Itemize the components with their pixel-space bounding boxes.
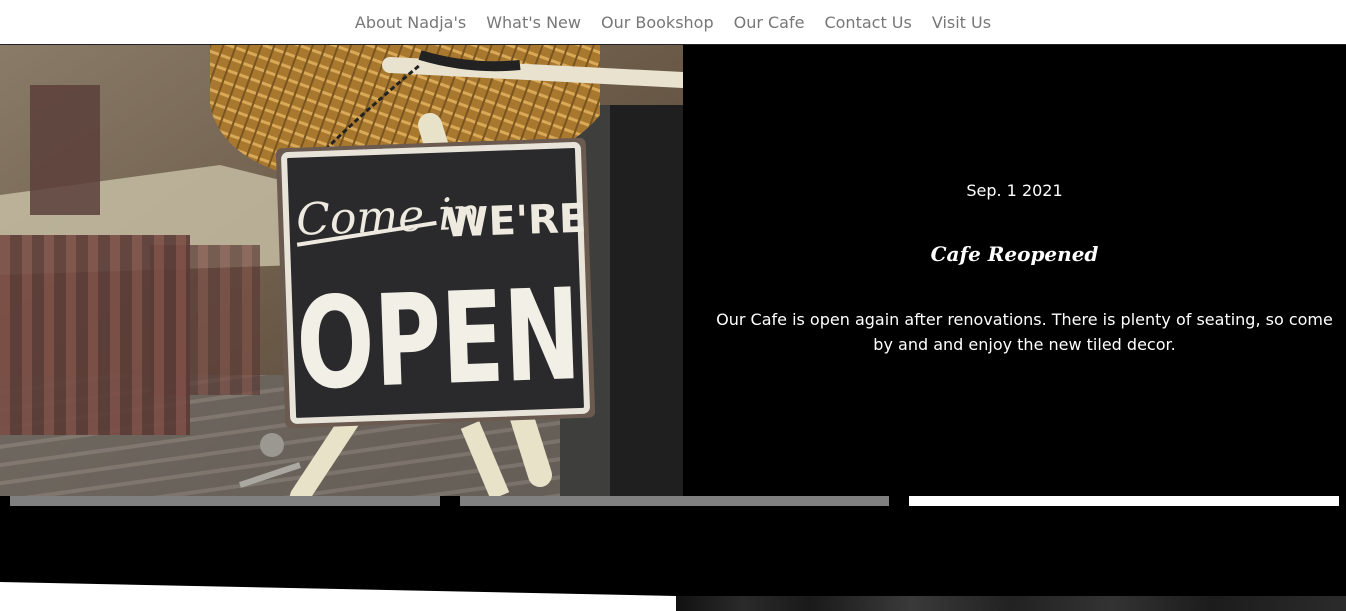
carousel-indicators bbox=[0, 496, 1346, 506]
nav-link-bookshop[interactable]: Our Bookshop bbox=[591, 13, 724, 32]
nav-link-cafe[interactable]: Our Cafe bbox=[724, 13, 815, 32]
slide-date: Sep. 1 2021 bbox=[966, 181, 1063, 200]
sign-small-text: WE'RE bbox=[444, 196, 587, 247]
slide-title: Cafe Reopened bbox=[930, 242, 1099, 266]
nav-link-whats-new[interactable]: What's New bbox=[476, 13, 591, 32]
next-section-photo bbox=[676, 596, 1346, 611]
carousel-indicator-1[interactable] bbox=[10, 496, 440, 506]
nav-link-contact[interactable]: Contact Us bbox=[814, 13, 921, 32]
carousel-indicator-3-active[interactable] bbox=[909, 496, 1339, 506]
next-section-white-panel bbox=[0, 582, 676, 611]
slide-image-open-sign: Come in WE'RE OPEN bbox=[0, 45, 683, 496]
nav-link-visit[interactable]: Visit Us bbox=[922, 13, 1001, 32]
page: About Nadja's What's New Our Bookshop Ou… bbox=[0, 0, 1346, 611]
top-navigation: About Nadja's What's New Our Bookshop Ou… bbox=[0, 0, 1346, 45]
sign-big-text: OPEN bbox=[294, 261, 583, 418]
carousel-indicator-2[interactable] bbox=[460, 496, 889, 506]
slide-body: Our Cafe is open again after renovations… bbox=[716, 310, 1333, 354]
nav-link-about[interactable]: About Nadja's bbox=[345, 13, 476, 32]
slide-text-panel: Sep. 1 2021 Cafe Reopened Our Cafe is op… bbox=[683, 45, 1346, 496]
